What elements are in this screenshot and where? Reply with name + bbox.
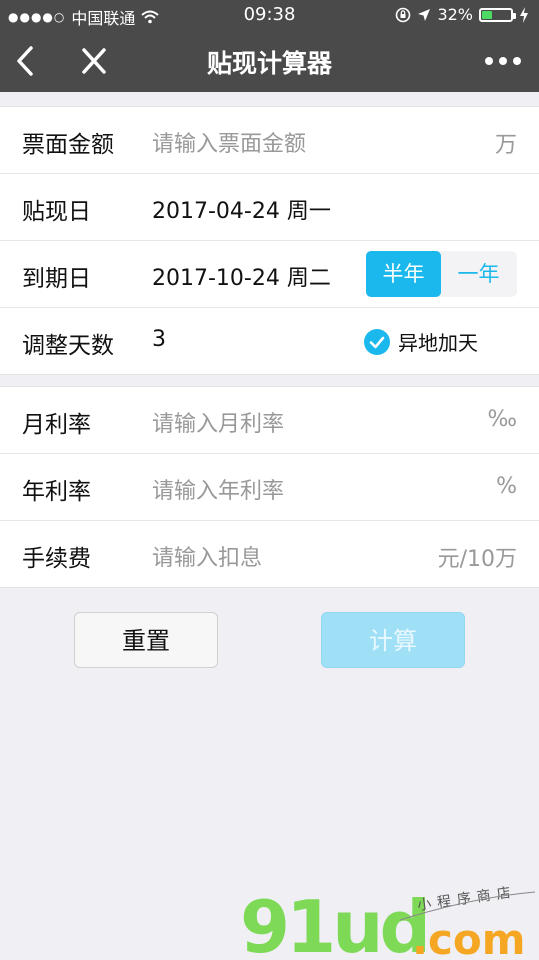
term-segmented-control: 半年 一年 [366,251,517,297]
orientation-lock-icon [396,7,411,22]
reset-button[interactable]: 重置 [74,612,218,668]
fee-input[interactable]: 请输入扣息 [152,540,262,572]
monthly-rate-input[interactable]: 请输入月利率 [152,406,284,438]
term-half-year-button[interactable]: 半年 [366,251,441,297]
discount-date-row[interactable]: 贴现日 2017-04-24 周一 [0,174,539,241]
monthly-rate-unit: ‰ [487,407,517,432]
adjust-days-label: 调整天数 [22,333,114,359]
watermark-tagline: 小程序商店 [416,884,517,914]
face-amount-unit: 万 [494,133,517,158]
form-section-dates: 票面金额 请输入票面金额 万 贴现日 2017-04-24 周一 到期日 201… [0,106,539,375]
fee-row[interactable]: 手续费 请输入扣息 元/10万 [0,521,539,587]
remote-add-day-checkbox[interactable]: 异地加天 [364,327,478,356]
fee-unit: 元/10万 [437,547,517,572]
watermark-domain-text: .com [412,915,525,960]
battery-icon [479,7,516,22]
page-title: 贴现计算器 [206,49,332,78]
monthly-rate-label: 月利率 [22,412,91,438]
annual-rate-label: 年利率 [22,479,91,505]
remote-add-day-label: 异地加天 [398,331,478,355]
charging-bolt-icon [520,6,528,23]
battery-percent: 32% [437,5,473,24]
due-date-row[interactable]: 到期日 2017-10-24 周二 半年 一年 [0,241,539,308]
calculate-button[interactable]: 计算 [321,612,465,668]
annual-rate-unit: % [496,474,517,499]
more-icon[interactable] [483,48,523,74]
face-amount-row[interactable]: 票面金额 请输入票面金额 万 [0,107,539,174]
watermark-logo-text: 91ud [240,885,427,960]
form-section-rates: 月利率 请输入月利率 ‰ 年利率 请输入年利率 % 手续费 请输入扣息 元/10… [0,386,539,588]
status-bar: ●●●●○ 中国联通 09:38 32% [0,0,539,30]
term-one-year-button[interactable]: 一年 [441,251,516,297]
discount-date-label: 贴现日 [22,199,91,225]
adjust-days-row[interactable]: 调整天数 3 异地加天 [0,308,539,374]
check-circle-icon[interactable] [364,328,390,355]
adjust-days-input[interactable]: 3 [152,327,166,352]
discount-date-picker[interactable]: 2017-04-24 周一 [152,193,331,225]
location-arrow-icon [418,8,431,21]
due-date-picker[interactable]: 2017-10-24 周二 [152,260,331,292]
nav-bar: 贴现计算器 [0,30,539,92]
annual-rate-input[interactable]: 请输入年利率 [152,473,284,505]
status-right: 32% [395,5,529,24]
watermark-logo: 91ud .com 小程序商店 [240,884,536,960]
face-amount-label: 票面金额 [22,132,114,158]
fee-label: 手续费 [22,546,91,572]
due-date-label: 到期日 [22,266,91,292]
face-amount-input[interactable]: 请输入票面金额 [152,126,306,158]
monthly-rate-row[interactable]: 月利率 请输入月利率 ‰ [0,387,539,454]
annual-rate-row[interactable]: 年利率 请输入年利率 % [0,454,539,521]
